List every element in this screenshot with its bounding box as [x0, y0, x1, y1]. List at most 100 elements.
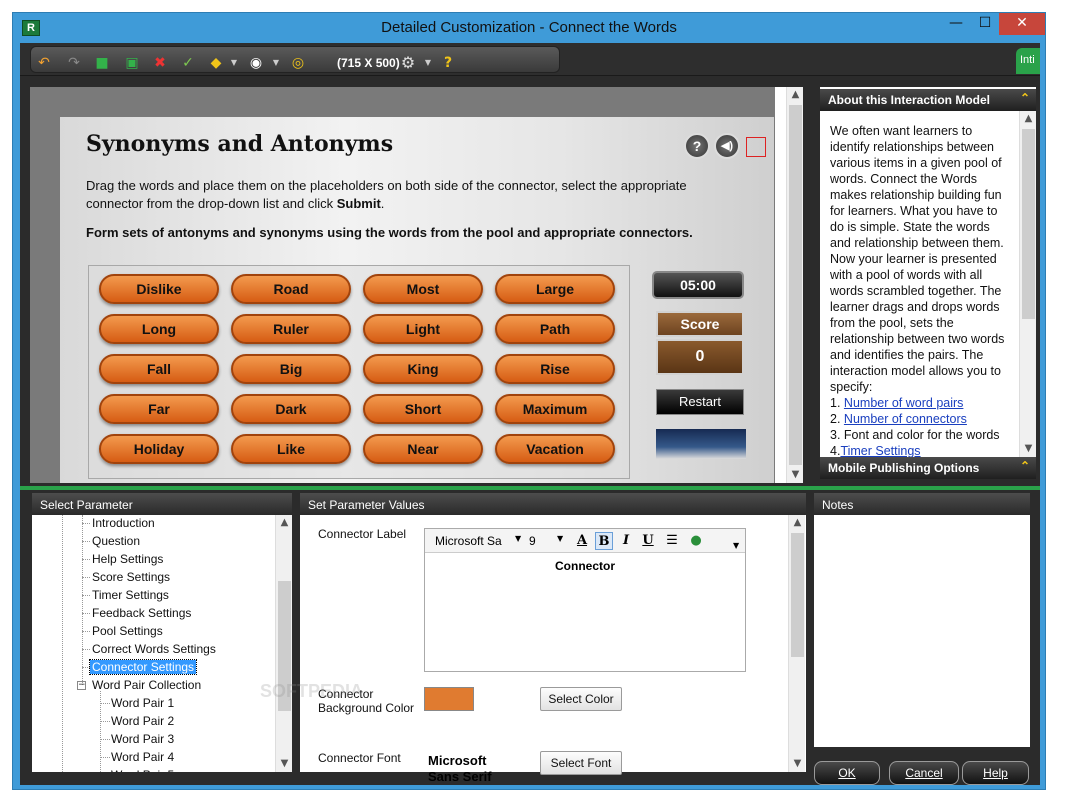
maximize-button[interactable]: ☐ [971, 13, 999, 35]
word-tile[interactable]: Near [363, 434, 483, 464]
connector-label-editor[interactable]: Microsoft Sa ▼ 9 ▼ A B I U ☰ ● ▼ Connect… [424, 528, 746, 672]
collapse-tree-icon[interactable]: − [77, 681, 86, 690]
font-size-select[interactable]: 9 [529, 534, 536, 548]
scroll-thumb[interactable] [789, 105, 802, 465]
scroll-thumb[interactable] [791, 533, 804, 657]
target-icon[interactable]: ◎ [289, 54, 307, 72]
save-all-icon[interactable]: ▣ [123, 54, 141, 72]
scroll-up-icon[interactable]: ▲ [276, 515, 293, 531]
word-tile[interactable]: Long [99, 314, 219, 344]
font-select[interactable]: Microsoft Sa [435, 534, 502, 548]
redo-icon[interactable]: ↷ [65, 54, 83, 72]
undo-icon[interactable]: ↶ [35, 54, 53, 72]
word-tile[interactable]: Rise [495, 354, 615, 384]
editor-content[interactable]: Connector [425, 559, 745, 573]
scroll-down-icon[interactable]: ▼ [276, 756, 293, 772]
stage-scrollbar[interactable]: ▲ ▼ [786, 87, 803, 483]
more-options-icon[interactable]: ▼ [733, 541, 739, 550]
audio-icon[interactable]: ◀) [714, 133, 740, 159]
chevron-down-icon[interactable]: ▼ [225, 54, 243, 72]
scroll-thumb[interactable] [1022, 129, 1035, 319]
tree-subitem[interactable]: Word Pair 4 [111, 750, 174, 764]
horizontal-splitter[interactable] [20, 486, 1040, 490]
tree-item[interactable]: Timer Settings [92, 588, 169, 602]
word-tile[interactable]: Most [363, 274, 483, 304]
help-button[interactable]: Help [962, 761, 1029, 785]
link-word-pairs[interactable]: Number of word pairs [844, 396, 964, 410]
word-tile[interactable]: Light [363, 314, 483, 344]
word-tile[interactable]: Short [363, 394, 483, 424]
tree-item-selected[interactable]: Connector Settings [88, 659, 198, 675]
about-header[interactable]: About this Interaction Model ⌃ [820, 89, 1036, 111]
settings-icon[interactable]: ⚙ [399, 54, 417, 72]
mobile-publishing-header[interactable]: Mobile Publishing Options ⌃ [820, 457, 1036, 479]
scroll-down-icon[interactable]: ▼ [787, 467, 804, 483]
preview-icon[interactable]: ◉ [247, 54, 265, 72]
word-tile[interactable]: Dark [231, 394, 351, 424]
word-tile[interactable]: Dislike [99, 274, 219, 304]
tree-subitem[interactable]: Word Pair 3 [111, 732, 174, 746]
expand-icon[interactable]: ⌃ [1020, 459, 1030, 473]
scroll-up-icon[interactable]: ▲ [787, 87, 804, 103]
help-icon[interactable]: ? [439, 54, 457, 72]
bold-icon[interactable]: B [595, 532, 613, 550]
close-slide-icon[interactable] [746, 137, 766, 157]
chevron-down-icon[interactable]: ▼ [267, 54, 285, 72]
help-circle-icon[interactable]: ? [684, 133, 710, 159]
scroll-down-icon[interactable]: ▼ [789, 756, 806, 772]
bullet-list-icon[interactable]: ☰ [663, 532, 681, 550]
scroll-up-icon[interactable]: ▲ [1020, 111, 1037, 127]
select-color-button[interactable]: Select Color [540, 687, 622, 711]
globe-icon[interactable]: ● [687, 532, 705, 550]
tree-item[interactable]: Feedback Settings [92, 606, 191, 620]
cancel-button[interactable]: Cancel [889, 761, 959, 785]
tree-item[interactable]: Pool Settings [92, 624, 163, 638]
underline-icon[interactable]: U [639, 532, 657, 550]
word-tile[interactable]: Fall [99, 354, 219, 384]
chevron-down-icon[interactable]: ▼ [515, 534, 521, 543]
tree-subitem[interactable]: Word Pair 1 [111, 696, 174, 710]
tree-item[interactable]: Help Settings [92, 552, 163, 566]
notes-textarea[interactable] [814, 515, 1030, 747]
link-connectors[interactable]: Number of connectors [844, 412, 967, 426]
link-timer-settings[interactable]: Timer Settings [840, 444, 920, 458]
tree-scrollbar[interactable]: ▲ ▼ [275, 515, 292, 772]
close-button[interactable]: ✕ [999, 13, 1045, 35]
chevron-down-icon[interactable]: ▼ [419, 54, 437, 72]
save-icon[interactable]: ■ [93, 54, 111, 72]
word-tile[interactable]: King [363, 354, 483, 384]
tree-item[interactable]: Introduction [92, 516, 155, 530]
word-tile[interactable]: Holiday [99, 434, 219, 464]
word-tile[interactable]: Like [231, 434, 351, 464]
word-tile[interactable]: Large [495, 274, 615, 304]
tree-item[interactable]: Correct Words Settings [92, 642, 216, 656]
select-font-button[interactable]: Select Font [540, 751, 622, 775]
about-scrollbar[interactable]: ▲ ▼ [1019, 111, 1036, 457]
word-tile[interactable]: Maximum [495, 394, 615, 424]
italic-icon[interactable]: I [617, 532, 635, 550]
tree-subitem[interactable]: Word Pair 2 [111, 714, 174, 728]
theme-icon[interactable]: ◆ [207, 54, 225, 72]
chevron-down-icon[interactable]: ▼ [557, 534, 563, 543]
word-tile[interactable]: Path [495, 314, 615, 344]
font-color-icon[interactable]: A [573, 532, 591, 550]
tree-subitem[interactable]: Word Pair 5 [111, 768, 174, 772]
ok-button[interactable]: OK [814, 761, 880, 785]
word-tile[interactable]: Far [99, 394, 219, 424]
values-scrollbar[interactable]: ▲ ▼ [788, 515, 805, 772]
title-bar[interactable]: R Detailed Customization - Connect the W… [13, 13, 1045, 43]
collapse-icon[interactable]: ⌃ [1020, 91, 1030, 105]
delete-icon[interactable]: ✖ [151, 54, 169, 72]
scroll-up-icon[interactable]: ▲ [789, 515, 806, 531]
spellcheck-icon[interactable]: ✓ [179, 54, 197, 72]
restart-button[interactable]: Restart [656, 389, 744, 415]
tree-item-collection[interactable]: Word Pair Collection [92, 678, 201, 692]
word-tile[interactable]: Road [231, 274, 351, 304]
tree-item[interactable]: Question [92, 534, 140, 548]
word-tile[interactable]: Ruler [231, 314, 351, 344]
word-tile[interactable]: Vacation [495, 434, 615, 464]
word-tile[interactable]: Big [231, 354, 351, 384]
minimize-button[interactable]: — [941, 13, 971, 35]
scroll-down-icon[interactable]: ▼ [1020, 441, 1037, 457]
tree-item[interactable]: Score Settings [92, 570, 170, 584]
